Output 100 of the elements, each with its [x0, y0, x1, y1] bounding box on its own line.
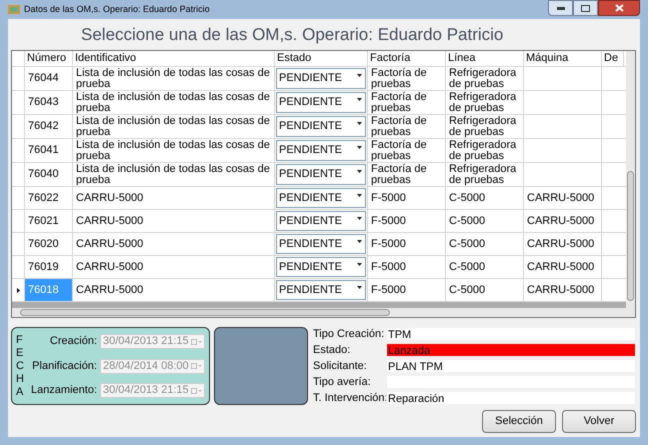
- maximize-icon: [581, 4, 590, 12]
- table-row[interactable]: 76044 Lista de inclusión de todas las cosas de prueba PENDIENTE Factoría de pruebas Refrigeradora de pruebas: [12, 67, 626, 91]
- table-row[interactable]: 76041 Lista de inclusión de todas las cosas de prueba PENDIENTE Factoría de pruebas Refrigeradora de pruebas: [12, 139, 626, 163]
- scrollbar-thumb[interactable]: [627, 171, 634, 301]
- table-row[interactable]: 76019 CARRU-5000 PENDIENTE F-5000 C-5000 CARRU-5000: [12, 256, 626, 279]
- column-header[interactable]: Identificativo: [73, 51, 275, 66]
- status-dropdown[interactable]: PENDIENTE: [276, 257, 366, 277]
- table-cell: CARRU-5000: [527, 262, 594, 272]
- table-cell: 76041: [28, 145, 59, 156]
- status-dropdown[interactable]: PENDIENTE: [276, 68, 366, 89]
- table-cell-text: Refrigeradora de pruebas: [449, 68, 518, 90]
- detail-label: Solicitante:: [313, 358, 368, 374]
- status-dropdown[interactable]: PENDIENTE: [276, 211, 366, 231]
- table-row[interactable]: 76022 CARRU-5000 PENDIENTE F-5000 C-5000 CARRU-5000: [12, 187, 626, 210]
- dropdown-caret-icon: [357, 240, 362, 243]
- dropdown-caret-icon: [357, 286, 362, 289]
- table-cell-text: Factoría de pruebas: [371, 68, 428, 90]
- table-cell: F-5000: [371, 262, 406, 272]
- detail-label: T. Intervención:: [313, 390, 386, 406]
- table-cell: CARRU-5000: [76, 284, 144, 296]
- date-label: Lanzamiento:: [30, 383, 97, 398]
- table-cell: C-5000: [449, 262, 486, 272]
- table-cell-text: Factoría de pruebas: [371, 140, 428, 162]
- select-button[interactable]: Selección: [482, 410, 556, 433]
- table-cell: C-5000: [449, 216, 486, 226]
- table-cell-text: Refrigeradora de pruebas: [449, 116, 518, 138]
- table-cell: 76040: [28, 169, 59, 180]
- detail-field: Lanzada: [386, 343, 636, 357]
- dropdown-caret-icon: [357, 194, 362, 197]
- window-title: Datos de las OM,s. Operario: Eduardo Patricio: [24, 2, 210, 16]
- table-cell-text: Factoría de pruebas: [371, 164, 428, 186]
- table-cell: 76042: [28, 121, 59, 132]
- table-row[interactable]: 76020 CARRU-5000 PENDIENTE F-5000 C-5000 CARRU-5000: [12, 233, 626, 256]
- column-header[interactable]: Número: [25, 51, 73, 66]
- scrollbar-thumb[interactable]: [20, 309, 390, 316]
- close-icon: [614, 4, 624, 12]
- table-row[interactable]: 76018 CARRU-5000 PENDIENTE F-5000 C-5000 CARRU-5000: [12, 279, 626, 302]
- detail-field: TPM: [386, 327, 636, 341]
- table-row[interactable]: 76042 Lista de inclusión de todas las cosas de prueba PENDIENTE Factoría de pruebas Refrigeradora de pruebas: [12, 115, 626, 139]
- column-header[interactable]: Estado: [275, 51, 368, 66]
- table-cell: 76020: [28, 238, 59, 250]
- table-cell: Lista de inclusión de todas las cosas de prueba: [76, 92, 271, 114]
- calendar-icon: [191, 363, 202, 369]
- dropdown-caret-icon: [357, 74, 362, 77]
- table-cell-text: Factoría de pruebas: [371, 92, 428, 114]
- table-cell: 76044: [28, 73, 59, 84]
- table-cell: CARRU-5000: [76, 192, 144, 204]
- table-cell: 76018: [28, 284, 59, 296]
- column-header[interactable]: Línea: [446, 51, 524, 66]
- table-cell: Lista de inclusión de todas las cosas de prueba: [76, 164, 271, 186]
- table-cell: F-5000: [371, 284, 406, 296]
- current-row-icon: [16, 288, 20, 292]
- back-button[interactable]: Volver: [562, 410, 636, 433]
- page-heading: Seleccione una de las OM,s. Operario: Eduardo Patricio: [81, 24, 504, 46]
- table-cell: C-5000: [449, 238, 486, 250]
- table-cell: F-5000: [371, 192, 406, 204]
- maximize-button[interactable]: [573, 0, 598, 16]
- date-label: Creación:: [50, 334, 97, 350]
- table-cell: 76043: [28, 97, 59, 108]
- close-button[interactable]: [598, 0, 640, 16]
- dropdown-caret-icon: [357, 217, 362, 220]
- status-dropdown[interactable]: PENDIENTE: [276, 234, 366, 254]
- minimize-button[interactable]: [548, 0, 573, 16]
- table-row[interactable]: 76021 CARRU-5000 PENDIENTE F-5000 C-5000 CARRU-5000: [12, 210, 626, 233]
- detail-field: Reparación: [386, 391, 636, 405]
- table-cell-text: Refrigeradora de pruebas: [449, 140, 518, 162]
- status-dropdown[interactable]: PENDIENTE: [276, 116, 366, 137]
- vertical-scrollbar[interactable]: [626, 51, 635, 317]
- table-cell: 76019: [28, 262, 59, 272]
- table-cell: CARRU-5000: [527, 216, 594, 226]
- status-dropdown[interactable]: PENDIENTE: [276, 280, 366, 300]
- panel-title: FECHA: [16, 334, 25, 398]
- detail-label: Estado:: [313, 342, 352, 358]
- table-row[interactable]: 76040 Lista de inclusión de todas las cosas de prueba PENDIENTE Factoría de pruebas Refrigeradora de pruebas: [12, 163, 626, 187]
- table-cell: CARRU-5000: [527, 238, 594, 250]
- table-cell-text: Refrigeradora de pruebas: [449, 92, 518, 114]
- detail-label: Tipo Creación:: [313, 326, 386, 342]
- table-cell: CARRU-5000: [527, 192, 594, 204]
- table-cell: 76022: [28, 192, 59, 204]
- column-header[interactable]: Factoría: [368, 51, 446, 66]
- app-icon: [8, 4, 20, 15]
- status-dropdown[interactable]: PENDIENTE: [276, 188, 366, 208]
- table-cell: F-5000: [371, 238, 406, 250]
- status-dropdown[interactable]: PENDIENTE: [276, 92, 366, 113]
- table-cell: CARRU-5000: [76, 262, 144, 272]
- status-dropdown[interactable]: PENDIENTE: [276, 164, 366, 185]
- column-header[interactable]: Máquina: [524, 51, 602, 66]
- table-cell: CARRU-5000: [76, 238, 144, 250]
- dropdown-caret-icon: [357, 122, 362, 125]
- calendar-icon: [191, 388, 202, 394]
- table-cell: 76021: [28, 216, 59, 226]
- table-cell: Lista de inclusión de todas las cosas de prueba: [76, 140, 271, 162]
- dropdown-caret-icon: [357, 98, 362, 101]
- horizontal-scrollbar[interactable]: [12, 308, 626, 317]
- date-label: Planificación:: [32, 358, 97, 374]
- table-row[interactable]: 76043 Lista de inclusión de todas las cosas de prueba PENDIENTE Factoría de pruebas Refrigeradora de pruebas: [12, 91, 626, 115]
- status-dropdown[interactable]: PENDIENTE: [276, 140, 366, 161]
- table-cell: F-5000: [371, 216, 406, 226]
- column-header[interactable]: De: [602, 51, 624, 66]
- table-cell: Lista de inclusión de todas las cosas de prueba: [76, 116, 271, 138]
